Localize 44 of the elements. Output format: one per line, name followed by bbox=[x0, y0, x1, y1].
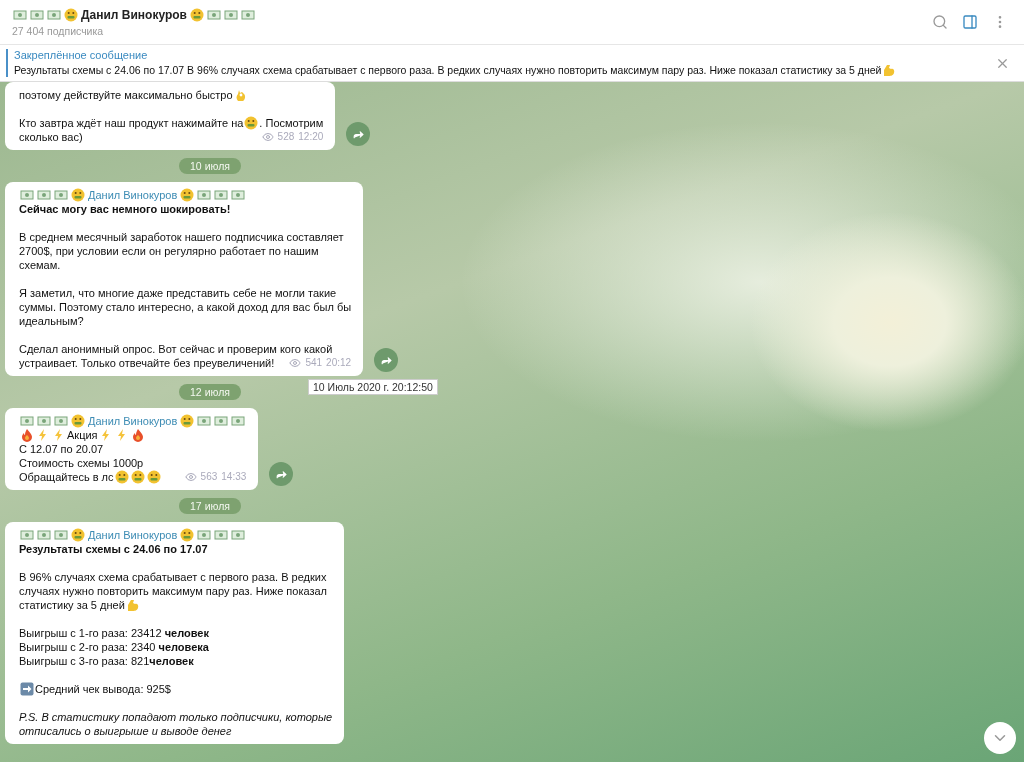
message-text: Обращайтесь в лс bbox=[19, 470, 114, 484]
message-text: Выигрыш с 2-го раза: 2340 человека bbox=[19, 640, 209, 654]
message-text: статистику за 5 дней bbox=[19, 598, 125, 612]
message-text: Результаты схемы с 24.06 по 17.07 bbox=[19, 542, 208, 556]
message-text: идеальным? bbox=[19, 314, 84, 328]
message-text: Я заметил, что многие даже представить себе не могли такие bbox=[19, 286, 337, 300]
message-text: Акция bbox=[67, 428, 98, 442]
date-separator: 12 июля bbox=[179, 384, 241, 400]
message-text: Средний чек вывода: 925$ bbox=[35, 682, 171, 696]
date-tooltip: 10 Июль 2020 г. 20:12:50 bbox=[308, 379, 438, 395]
message-text: . Посмотрим bbox=[259, 116, 324, 130]
subscriber-count: 27 404 подписчика bbox=[12, 24, 105, 37]
date-separator: 17 июля bbox=[179, 498, 241, 514]
author-name[interactable]: Данил Винокуров bbox=[88, 414, 178, 428]
message-text: С 12.07 по 20.07 bbox=[19, 442, 104, 456]
message-text: P.S. В статистику попадают только подписчики, которые bbox=[19, 710, 333, 724]
pinned-text: Результаты схемы с 24.06 по 17.07 В 96% случаях схема срабатывает с первого раза. В редких случаях нужно повторить максимум пару раз. Ниже показал статистику за 5 дней bbox=[14, 64, 882, 76]
message-text: Сделал анонимный опрос. Вот сейчас и проверим кого какой bbox=[19, 342, 333, 356]
message-time: 14:33 bbox=[221, 470, 247, 484]
view-count: 563 bbox=[200, 470, 218, 484]
message-text: схемам. bbox=[19, 258, 61, 272]
message-text: устраивает. Только отвечайте без преувеличений! bbox=[19, 356, 275, 370]
pinned-label[interactable]: Закреплённое сообщение bbox=[14, 49, 985, 61]
message-text: В 96% случаях схема срабатывает с первого раза. В редких bbox=[19, 570, 327, 584]
message-text: 2700$, при условии если он регулярно работает по нашим bbox=[19, 244, 319, 258]
view-count: 528 bbox=[277, 130, 295, 144]
message-text: Стоимость схемы 1000р bbox=[19, 456, 144, 470]
author-name[interactable]: Данил Винокуров bbox=[88, 528, 178, 542]
message-text: сколько вас) bbox=[19, 130, 83, 144]
message-time: 12:20 bbox=[298, 130, 324, 144]
channel-title: Данил Винокуров bbox=[81, 7, 187, 22]
message-text: случаях нужно повторить максимум пару раз. Ниже показал bbox=[19, 584, 328, 598]
view-count: 541 bbox=[305, 356, 323, 370]
message-time: 20:12 bbox=[326, 356, 352, 370]
author-name[interactable]: Данил Винокуров bbox=[88, 188, 178, 202]
message-text: Сейчас могу вас немного шокировать! bbox=[19, 202, 231, 216]
message-text: В среднем месячный заработок нашего подписчика составляет bbox=[19, 230, 344, 244]
message-text: Выигрыш с 1-го раза: 23412 человек bbox=[19, 626, 209, 640]
message-text: отписались о выигрыше и выводе денег bbox=[19, 724, 232, 738]
date-separator: 10 июля bbox=[179, 158, 241, 174]
message-text: поэтому действуйте максимально быстро bbox=[19, 88, 233, 102]
message-text: суммы. Поэтому стало интересно, а какой доход для вас был бы bbox=[19, 300, 352, 314]
message-text: Кто завтра ждёт наш продукт нажимайте на bbox=[19, 116, 244, 130]
message-text: Выигрыш с 3-го раза: 821человек bbox=[19, 654, 194, 668]
